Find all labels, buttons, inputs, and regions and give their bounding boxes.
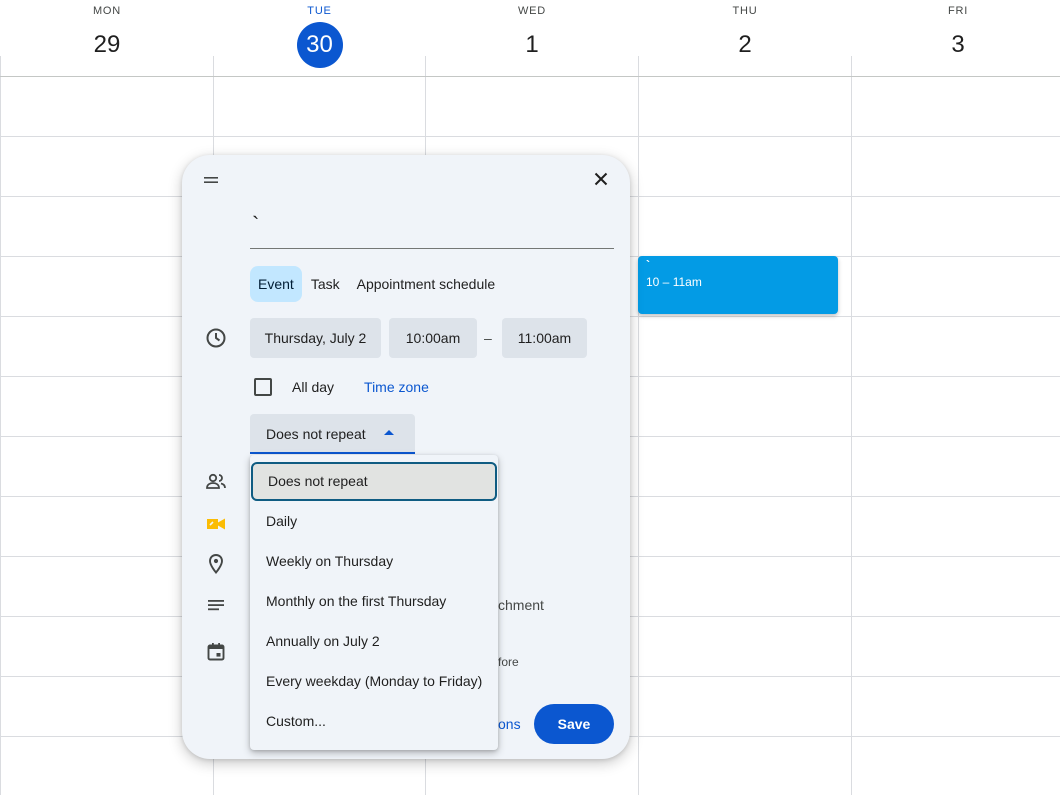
grid-hour-line xyxy=(0,136,1060,137)
description-icon xyxy=(208,600,224,611)
day-number[interactable]: 3 xyxy=(935,22,981,68)
day-name: MON xyxy=(92,5,122,17)
all-day-label: All day xyxy=(292,379,335,395)
repeat-dropdown: Does not repeat Daily Weekly on Thursday… xyxy=(250,455,498,750)
location-icon xyxy=(209,554,223,574)
video-call-icon xyxy=(207,518,225,530)
day-header-thu[interactable]: THU 2 xyxy=(639,0,851,76)
day-header-tue[interactable]: TUE 30 xyxy=(214,0,425,76)
tab-event[interactable]: Event xyxy=(250,266,302,302)
event-chip-time: 10 – 11am xyxy=(646,275,702,289)
end-time-button[interactable]: 11:00am xyxy=(502,318,587,358)
header-divider xyxy=(851,56,852,76)
day-header-wed[interactable]: WED 1 xyxy=(426,0,638,76)
tab-appointment-schedule[interactable]: Appointment schedule xyxy=(349,266,504,302)
day-number[interactable]: 1 xyxy=(509,22,555,68)
repeat-select[interactable]: Does not repeat xyxy=(250,414,415,454)
header-divider xyxy=(0,56,1,76)
more-options-link[interactable]: ons xyxy=(498,716,521,732)
time-zone-link[interactable]: Time zone xyxy=(364,379,429,395)
tab-task[interactable]: Task xyxy=(303,266,348,302)
all-day-checkbox[interactable] xyxy=(254,378,272,396)
close-icon[interactable] xyxy=(589,167,613,191)
date-button[interactable]: Thursday, July 2 xyxy=(250,318,381,358)
day-name: TUE xyxy=(307,5,332,17)
calendar-icon xyxy=(207,643,225,661)
event-type-tabs: Event Task Appointment schedule xyxy=(250,266,504,302)
header-divider xyxy=(638,56,639,76)
header-rule xyxy=(0,76,1060,77)
day-header-fri[interactable]: FRI 3 xyxy=(852,0,1060,76)
day-number-today[interactable]: 30 xyxy=(296,22,343,68)
header-divider xyxy=(213,56,214,76)
day-name: THU xyxy=(732,5,758,17)
repeat-option-monthly[interactable]: Monthly on the first Thursday xyxy=(250,581,498,621)
day-number[interactable]: 29 xyxy=(84,22,130,68)
calendar-page: MON 29 TUE 30 WED 1 THU 2 FRI 3 ` 10 – 1… xyxy=(0,0,1060,795)
day-header-mon[interactable]: MON 29 xyxy=(1,0,213,76)
repeat-option-weekly[interactable]: Weekly on Thursday xyxy=(250,541,498,581)
repeat-option-weekdays[interactable]: Every weekday (Monday to Friday) xyxy=(250,661,498,701)
repeat-option-daily[interactable]: Daily xyxy=(250,501,498,541)
event-chip[interactable]: ` 10 – 11am xyxy=(638,256,838,314)
day-number[interactable]: 2 xyxy=(722,22,768,68)
clock-icon xyxy=(206,328,226,348)
repeat-option-annually[interactable]: Annually on July 2 xyxy=(250,621,498,661)
attachment-text[interactable]: chment xyxy=(498,597,544,613)
repeat-select-value: Does not repeat xyxy=(266,426,366,442)
people-icon xyxy=(206,473,226,489)
title-input[interactable]: ` xyxy=(250,205,614,249)
drag-handle-icon[interactable] xyxy=(202,175,220,185)
all-day-row: All day Time zone xyxy=(254,377,429,397)
time-separator: – xyxy=(484,330,492,346)
repeat-option-custom[interactable]: Custom... xyxy=(250,701,498,741)
start-time-button[interactable]: 10:00am xyxy=(389,318,477,358)
event-chip-title: ` xyxy=(646,258,650,272)
notification-text: fore xyxy=(498,655,519,669)
header-divider xyxy=(425,56,426,76)
day-name: WED xyxy=(517,5,547,17)
repeat-option-does-not-repeat[interactable]: Does not repeat xyxy=(251,462,497,501)
caret-up-icon xyxy=(384,430,394,435)
save-button[interactable]: Save xyxy=(534,704,614,744)
day-name: FRI xyxy=(947,5,969,17)
